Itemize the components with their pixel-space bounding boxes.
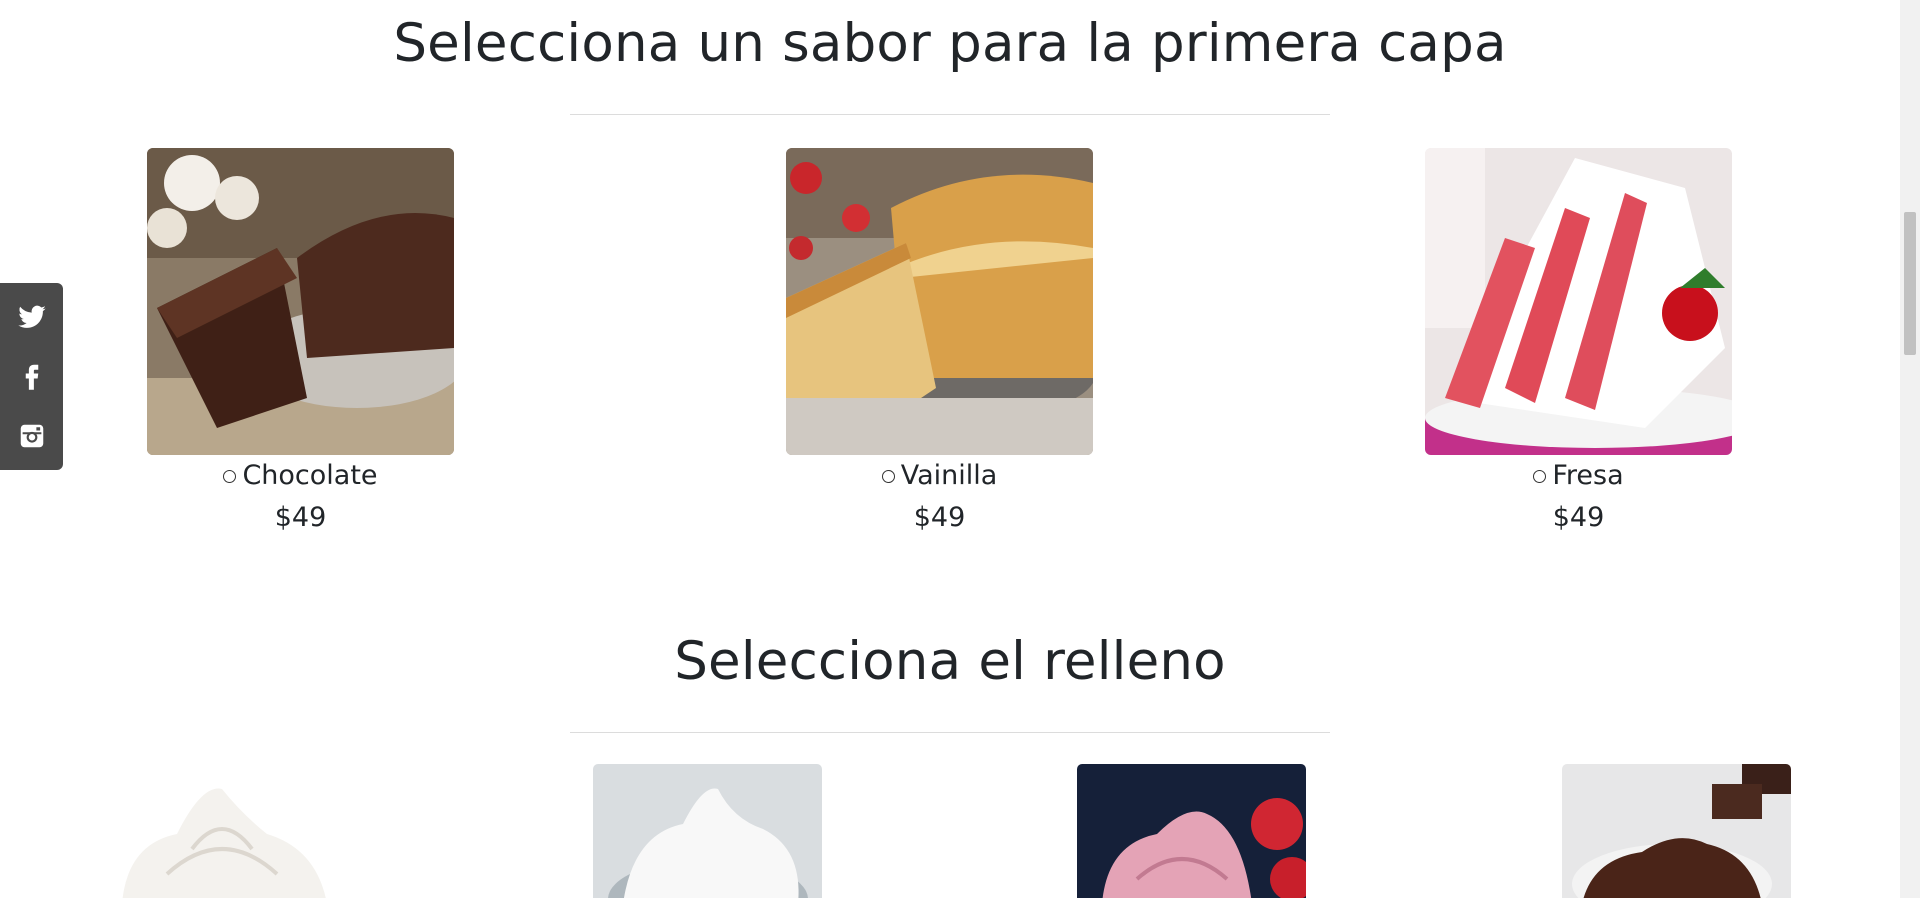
flavor-name: Fresa bbox=[1552, 459, 1624, 491]
facebook-link[interactable] bbox=[12, 356, 52, 396]
flavor-price: $49 bbox=[1552, 502, 1605, 533]
first-layer-title: Selecciona un sabor para la primera capa bbox=[393, 13, 1507, 74]
flavor-name: Vainilla bbox=[900, 459, 998, 491]
chocolate-cake-image[interactable] bbox=[147, 148, 454, 455]
title-divider bbox=[570, 114, 1330, 115]
vanilla-cake-image[interactable] bbox=[786, 148, 1093, 455]
radio-vainilla[interactable] bbox=[881, 470, 895, 483]
instagram-icon bbox=[20, 424, 43, 448]
flavor-price: $49 bbox=[274, 502, 327, 533]
chocolate-frosting-image[interactable] bbox=[1562, 764, 1791, 898]
strawberry-cake-image[interactable] bbox=[1425, 148, 1732, 455]
flavor-option-fresa[interactable]: Fresa bbox=[1425, 457, 1732, 493]
filling-title: Selecciona el relleno bbox=[674, 631, 1226, 692]
radio-fresa[interactable] bbox=[1533, 470, 1547, 483]
instagram-link[interactable] bbox=[12, 416, 52, 456]
radio-chocolate[interactable] bbox=[223, 470, 237, 483]
vertical-scrollbar[interactable] bbox=[1900, 0, 1920, 898]
social-sidebar bbox=[0, 283, 63, 470]
whipped-cream-image[interactable] bbox=[107, 764, 336, 898]
title-divider bbox=[570, 732, 1330, 733]
scrollbar-thumb[interactable] bbox=[1904, 212, 1916, 355]
meringue-bowl-image[interactable] bbox=[593, 764, 822, 898]
flavor-option-chocolate[interactable]: Chocolate bbox=[147, 457, 454, 493]
facebook-icon bbox=[25, 365, 38, 391]
strawberry-frosting-image[interactable] bbox=[1077, 764, 1306, 898]
flavor-price: $49 bbox=[913, 502, 966, 533]
twitter-icon bbox=[17, 305, 46, 328]
flavor-option-vainilla[interactable]: Vainilla bbox=[786, 457, 1093, 493]
page: Selecciona un sabor para la primera capa… bbox=[0, 0, 1900, 898]
twitter-link[interactable] bbox=[12, 297, 52, 337]
flavor-name: Chocolate bbox=[242, 459, 378, 491]
